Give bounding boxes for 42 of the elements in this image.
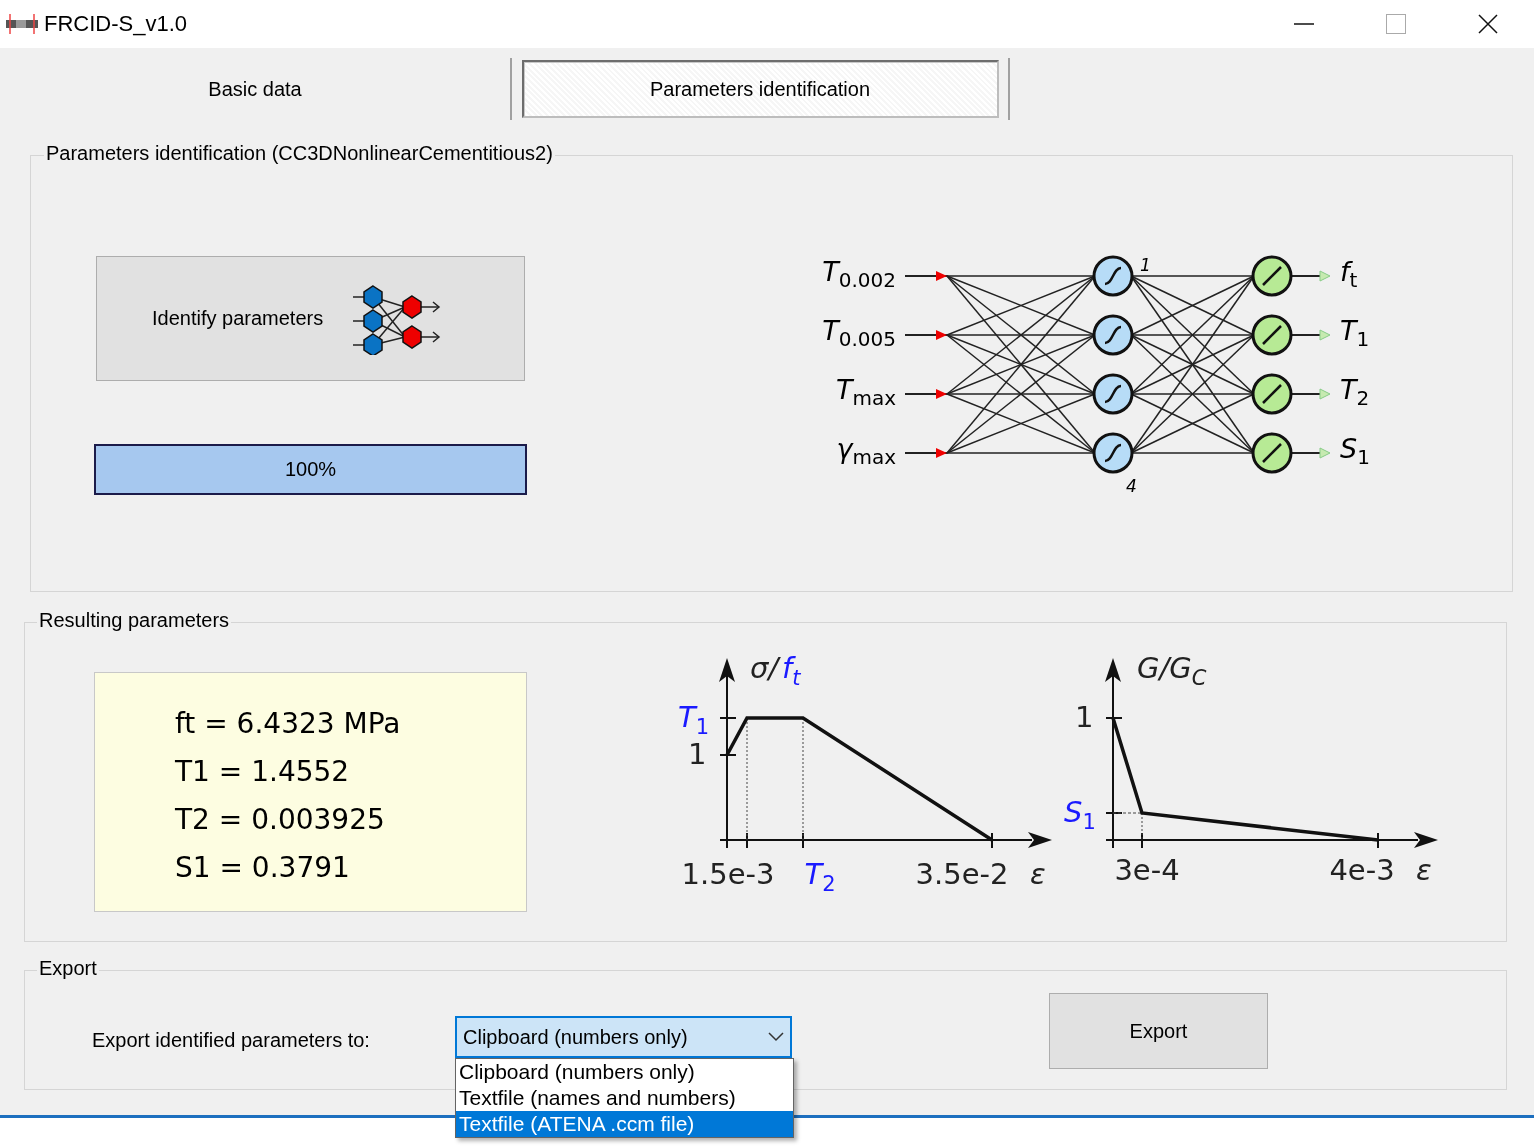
app-icon (6, 12, 38, 36)
result-value: ft = 6.4323 MPa (175, 706, 402, 742)
dropdown-option[interactable]: Clipboard (numbers only) (456, 1059, 793, 1085)
window-title: FRCID-S_v1.0 (44, 11, 188, 37)
dropdown-option[interactable]: Textfile (names and numbers) (456, 1085, 793, 1111)
tick-label: 1 (688, 740, 707, 769)
axis-label: σ/ (750, 654, 779, 683)
axis-label: f$_{t}$ (782, 654, 801, 689)
dropdown-option[interactable]: Textfile (ATENA .ccm file) (456, 1111, 793, 1137)
axis-label: G/G$_{C}$ (1137, 654, 1207, 689)
input-label: γ$_{max}$ (835, 435, 896, 468)
tick-label: S$_{1}$ (1064, 798, 1096, 833)
group-title: Resulting parameters (37, 609, 232, 632)
input-label: T$_{0.002}$ (821, 258, 896, 291)
result-value: S1 = 0.3791 (175, 850, 351, 886)
tick-label: 3.5e-2 (914, 860, 1010, 889)
progress-text: 100% (283, 458, 338, 481)
tick-label: T$_{1}$ (678, 703, 710, 738)
chevron-icon (768, 1032, 784, 1042)
tick-label: 1 (1075, 703, 1094, 732)
neuron-number: 1 (1140, 257, 1151, 274)
output-label: T$_{2}$ (1340, 376, 1370, 409)
output-label: f$_{t}$ (1340, 258, 1358, 291)
axis-label: ε (1416, 856, 1432, 885)
tick-label: 4e-3 (1328, 856, 1396, 885)
export-dropdown[interactable]: Clipboard (numbers only) (455, 1016, 792, 1058)
export-label: Export identified parameters to: (92, 1028, 371, 1052)
result-value: T1 = 1.4552 (175, 754, 351, 790)
neuron-number: 4 (1126, 478, 1137, 495)
tab[interactable]: Parameters identification (521, 60, 999, 118)
tick-label: 3e-4 (1113, 856, 1181, 885)
output-label: T$_{1}$ (1340, 317, 1370, 350)
axis-label: ε (1030, 860, 1046, 889)
input-label: T$_{0.005}$ (821, 317, 896, 350)
identify-button[interactable]: Identify parameters (96, 256, 525, 381)
result-value: T2 = 0.003925 (175, 802, 386, 838)
group-title: Parameters identification (CC3DNonlinearCementitious2) (44, 142, 555, 165)
output-label: S$_{1}$ (1340, 435, 1370, 468)
input-label: T$_{max}$ (834, 376, 896, 409)
tick-label: 1.5e-3 (680, 860, 776, 889)
tab[interactable]: Basic data (0, 60, 510, 118)
export-button[interactable]: Export (1049, 993, 1268, 1069)
